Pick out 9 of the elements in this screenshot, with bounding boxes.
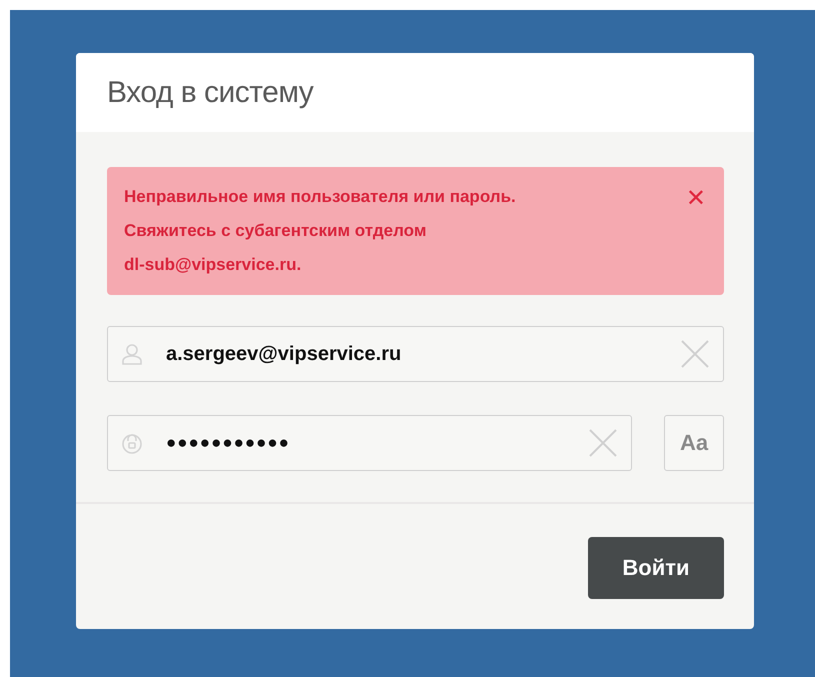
clear-icon[interactable] [680, 339, 710, 369]
error-message: Неправильное имя пользователя или пароль. Свяжитесь с субагентским отделом dl-sub@vipservice.ru. [124, 186, 516, 276]
lock-icon [120, 431, 144, 455]
user-icon [120, 342, 144, 366]
password-field[interactable]: ●●●●●●●●●●● [107, 415, 632, 471]
login-button[interactable]: Войти [588, 537, 724, 599]
clear-icon[interactable] [588, 428, 618, 458]
dialog-title: Вход в систему [107, 76, 314, 110]
username-field[interactable]: a.sergeev@vipservice.ru [107, 326, 724, 382]
